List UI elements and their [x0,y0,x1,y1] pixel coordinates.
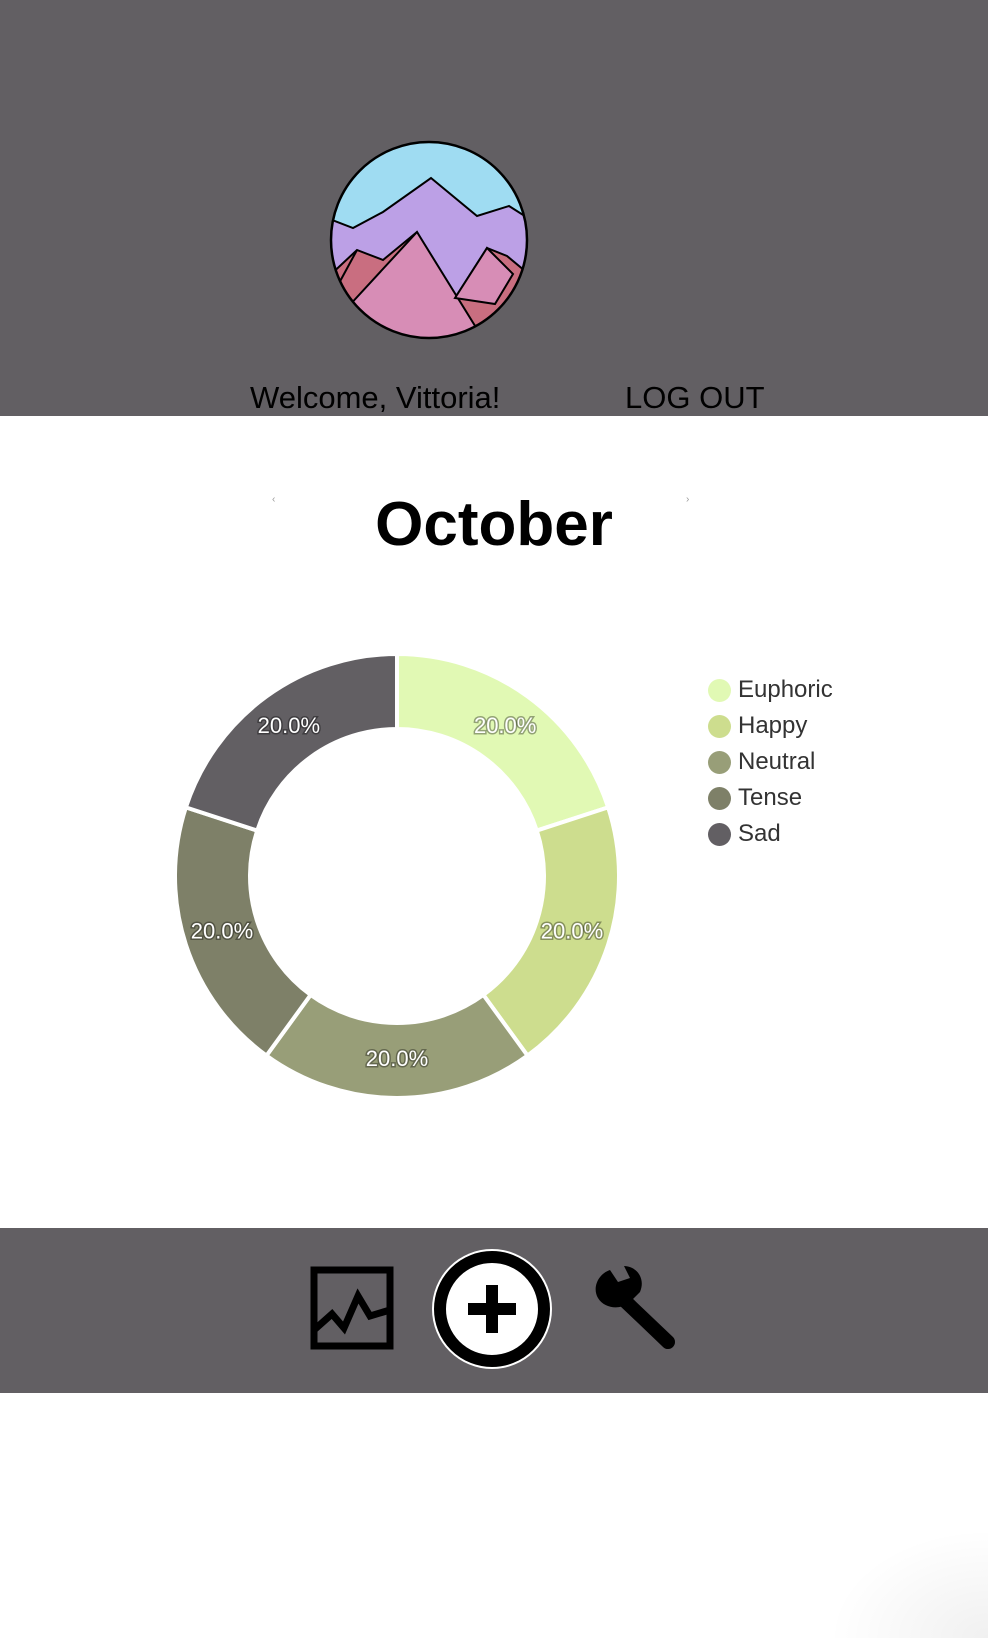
corner-shadow [828,1528,988,1638]
wrench-icon [595,1266,675,1349]
header-bar: Welcome, Vittoria! LOG OUT [0,0,988,416]
slice-label-neutral: 20.0% [366,1046,428,1071]
legend-swatch [708,786,731,810]
donut-chart-svg: 20.0% 20.0% 20.0% 20.0% 20.0% [173,651,621,1100]
legend-label: Happy [738,712,808,739]
legend-item-sad[interactable]: Sad [708,816,833,852]
settings-nav-button[interactable] [588,1264,678,1354]
legend-label: Sad [738,820,781,847]
slice-label-euphoric: 20.0% [474,713,536,738]
mountains-logo-icon [329,140,529,340]
chart-nav-button[interactable] [310,1266,394,1350]
legend-swatch [708,714,731,738]
legend-swatch [708,678,731,702]
bottom-nav-bar [0,1228,988,1393]
next-month-button[interactable]: › [686,494,689,505]
legend-swatch [708,822,731,846]
month-title: October [375,490,613,559]
legend-item-neutral[interactable]: Neutral [708,744,833,780]
add-entry-button[interactable] [430,1247,554,1371]
welcome-message: Welcome, Vittoria! [250,380,501,415]
slice-label-happy: 20.0% [541,919,603,944]
slice-euphoric[interactable] [395,651,611,834]
logout-button[interactable]: LOG OUT [625,380,765,416]
chart-icon [310,1266,394,1350]
slice-label-sad: 20.0% [258,713,320,738]
legend-label: Tense [738,784,803,811]
legend-swatch [708,750,731,774]
add-circle-icon [432,1249,552,1369]
legend-label: Neutral [738,748,816,775]
legend-item-tense[interactable]: Tense [708,780,833,816]
page: Welcome, Vittoria! LOG OUT ‹ October › 2… [0,0,988,1638]
slice-sad[interactable] [183,651,399,834]
legend-item-happy[interactable]: Happy [708,708,833,744]
legend-item-euphoric[interactable]: Euphoric [708,672,833,708]
chart-legend: Euphoric Happy Neutral Tense Sad [708,672,833,852]
legend-label: Euphoric [738,676,833,703]
slice-label-tense: 20.0% [191,919,253,944]
mood-chart: 20.0% 20.0% 20.0% 20.0% 20.0% [0,600,988,1140]
